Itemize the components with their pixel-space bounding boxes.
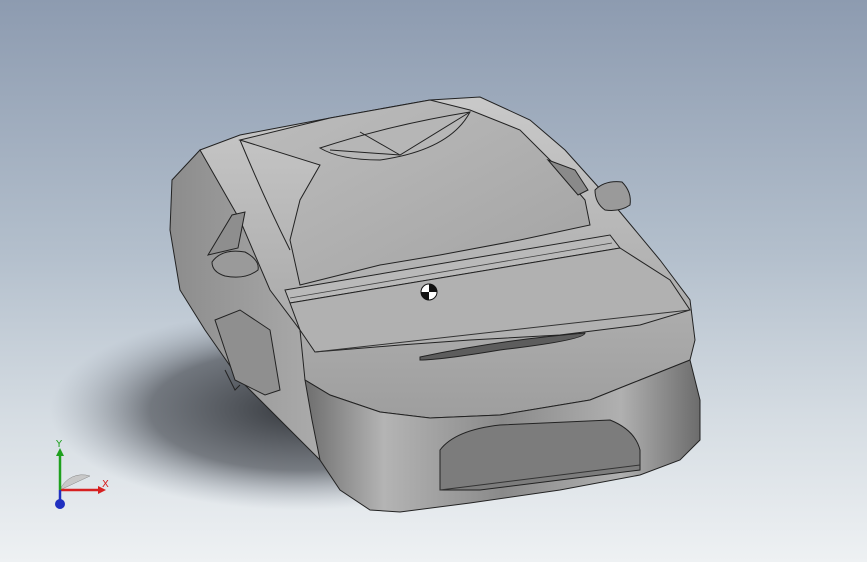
- graphics-viewport[interactable]: X Y: [0, 0, 867, 562]
- right-mirror: [594, 181, 631, 211]
- center-of-mass-icon[interactable]: [420, 283, 438, 301]
- y-axis-label: Y: [55, 439, 63, 450]
- car-model[interactable]: [0, 0, 867, 562]
- triad-plane: [59, 474, 91, 491]
- orientation-triad[interactable]: X Y: [40, 438, 120, 518]
- x-axis-label: X: [102, 479, 109, 490]
- z-axis-dot: [55, 499, 65, 509]
